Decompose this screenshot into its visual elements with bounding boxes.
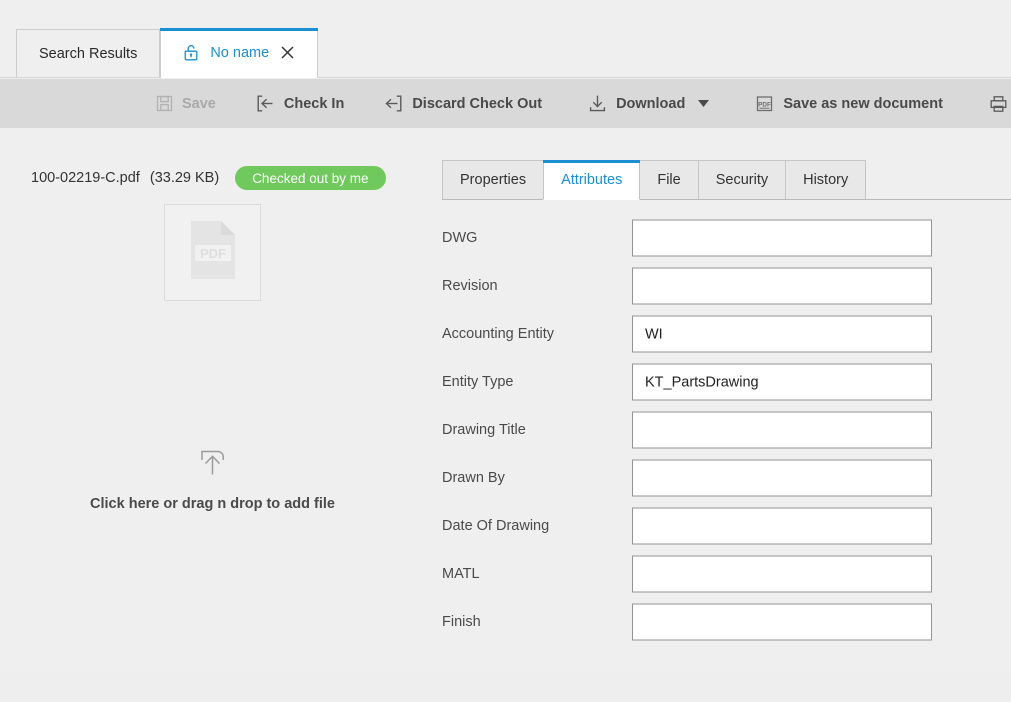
discard-check-out-label: Discard Check Out <box>412 95 543 112</box>
workspace-content: 100-02219-C.pdf (33.29 KB) Checked out b… <box>0 128 1011 673</box>
tab-properties[interactable]: Properties <box>442 160 545 200</box>
field-input-date-of-drawing[interactable] <box>632 507 932 545</box>
window-tab-no-name[interactable]: No name <box>160 28 319 78</box>
field-row-entity-type: Entity Type <box>425 358 1011 406</box>
lock-icon-svg <box>184 45 198 61</box>
check-in-arrow-icon <box>256 95 275 112</box>
print-button[interactable]: Print <box>979 79 1011 128</box>
file-info-row: 100-02219-C.pdf (33.29 KB) Checked out b… <box>31 166 386 190</box>
field-label-dwg: DWG <box>442 230 478 246</box>
field-row-drawing-title: Drawing Title <box>425 406 1011 454</box>
status-badge: Checked out by me <box>235 166 386 190</box>
tab-label: Properties <box>460 172 527 188</box>
tab-security[interactable]: Security <box>697 160 787 200</box>
save-button[interactable]: Save <box>146 79 226 128</box>
file-size-text: (33.29 KB) <box>149 170 220 186</box>
download-label: Download <box>616 95 686 112</box>
field-input-matl[interactable] <box>632 555 932 593</box>
chevron-down-icon[interactable] <box>698 100 710 107</box>
tab-attributes[interactable]: Attributes <box>543 160 641 200</box>
save-as-new-document-button[interactable]: PDF Save as new document <box>745 79 953 128</box>
field-row-accounting-entity: Accounting Entity <box>425 310 1011 358</box>
footer-band <box>0 673 1011 702</box>
tab-divider <box>442 199 1011 200</box>
svg-text:PDF: PDF <box>200 246 226 261</box>
discard-check-out-icon <box>384 95 403 112</box>
field-row-matl: MATL <box>425 550 1011 598</box>
document-workspace: Search Results No name Save Check In Dis… <box>0 0 1011 702</box>
field-input-finish[interactable] <box>632 603 932 641</box>
field-row-finish: Finish <box>425 598 1011 646</box>
metadata-pane: Properties Attributes File Security History … <box>425 128 1011 673</box>
field-row-dwg: DWG <box>425 214 1011 262</box>
tab-label: Attributes <box>561 171 623 188</box>
window-tab-label: Search Results <box>39 45 138 62</box>
save-label: Save <box>182 95 216 112</box>
tab-history[interactable]: History <box>785 160 867 200</box>
field-label-drawn-by: Drawn By <box>442 470 505 486</box>
close-icon-svg <box>281 46 294 59</box>
field-row-date-of-drawing: Date Of Drawing <box>425 502 1011 550</box>
tab-label: File <box>657 172 681 188</box>
field-label-accounting-entity: Accounting Entity <box>442 326 555 342</box>
document-toolbar: Save Check In Discard Check Out Download… <box>0 79 1011 128</box>
check-in-button[interactable]: Check In <box>246 79 354 128</box>
window-tab-label: No name <box>210 44 270 61</box>
metadata-tab-list: Properties Attributes File Security History <box>442 160 867 200</box>
field-input-drawn-by[interactable] <box>632 459 932 497</box>
field-label-entity-type: Entity Type <box>442 374 514 390</box>
lock-icon <box>183 44 199 61</box>
window-tab-list: Search Results No name <box>16 28 319 78</box>
attributes-form: DWG Revision Accounting Entity Entity Type D… <box>425 214 1011 646</box>
printer-icon <box>989 95 1008 113</box>
floppy-disk-icon <box>156 95 173 112</box>
pdf-file-icon: PDF <box>185 219 241 286</box>
field-label-drawing-title: Drawing Title <box>442 422 526 438</box>
tab-file[interactable]: File <box>639 160 699 200</box>
pdf-icon: PDF <box>755 95 774 113</box>
field-row-drawn-by: Drawn By <box>425 454 1011 502</box>
window-tab-strip: Search Results No name <box>0 0 1011 78</box>
dropzone-label[interactable]: Click here or drag n drop to add file <box>0 496 425 512</box>
field-label-finish: Finish <box>442 614 481 630</box>
field-input-revision[interactable] <box>632 267 932 305</box>
field-row-revision: Revision <box>425 262 1011 310</box>
check-in-label: Check In <box>283 95 345 112</box>
field-input-drawing-title[interactable] <box>632 411 932 449</box>
field-label-date-of-drawing: Date Of Drawing <box>442 518 550 534</box>
tab-label: History <box>803 172 849 188</box>
field-input-dwg[interactable] <box>632 219 932 257</box>
tab-label: Security <box>715 172 769 188</box>
download-button[interactable]: Download <box>578 79 719 128</box>
discard-check-out-button[interactable]: Discard Check Out <box>374 79 552 128</box>
file-name-text: 100-02219-C.pdf <box>31 170 140 186</box>
download-icon <box>588 94 607 113</box>
file-thumbnail[interactable]: PDF <box>164 204 261 301</box>
svg-text:PDF: PDF <box>758 101 771 108</box>
upload-arrow-icon[interactable] <box>196 446 229 479</box>
field-input-entity-type[interactable] <box>632 363 932 401</box>
file-preview-pane: 100-02219-C.pdf (33.29 KB) Checked out b… <box>0 128 425 673</box>
file-name-label: 100-02219-C.pdf (33.29 KB) <box>31 170 219 186</box>
field-label-revision: Revision <box>442 278 498 294</box>
save-as-new-document-label: Save as new document <box>783 95 943 112</box>
window-tab-search-results[interactable]: Search Results <box>16 29 161 77</box>
field-label-matl: MATL <box>442 566 480 582</box>
field-input-accounting-entity[interactable] <box>632 315 932 353</box>
close-tab-button[interactable] <box>280 45 295 60</box>
